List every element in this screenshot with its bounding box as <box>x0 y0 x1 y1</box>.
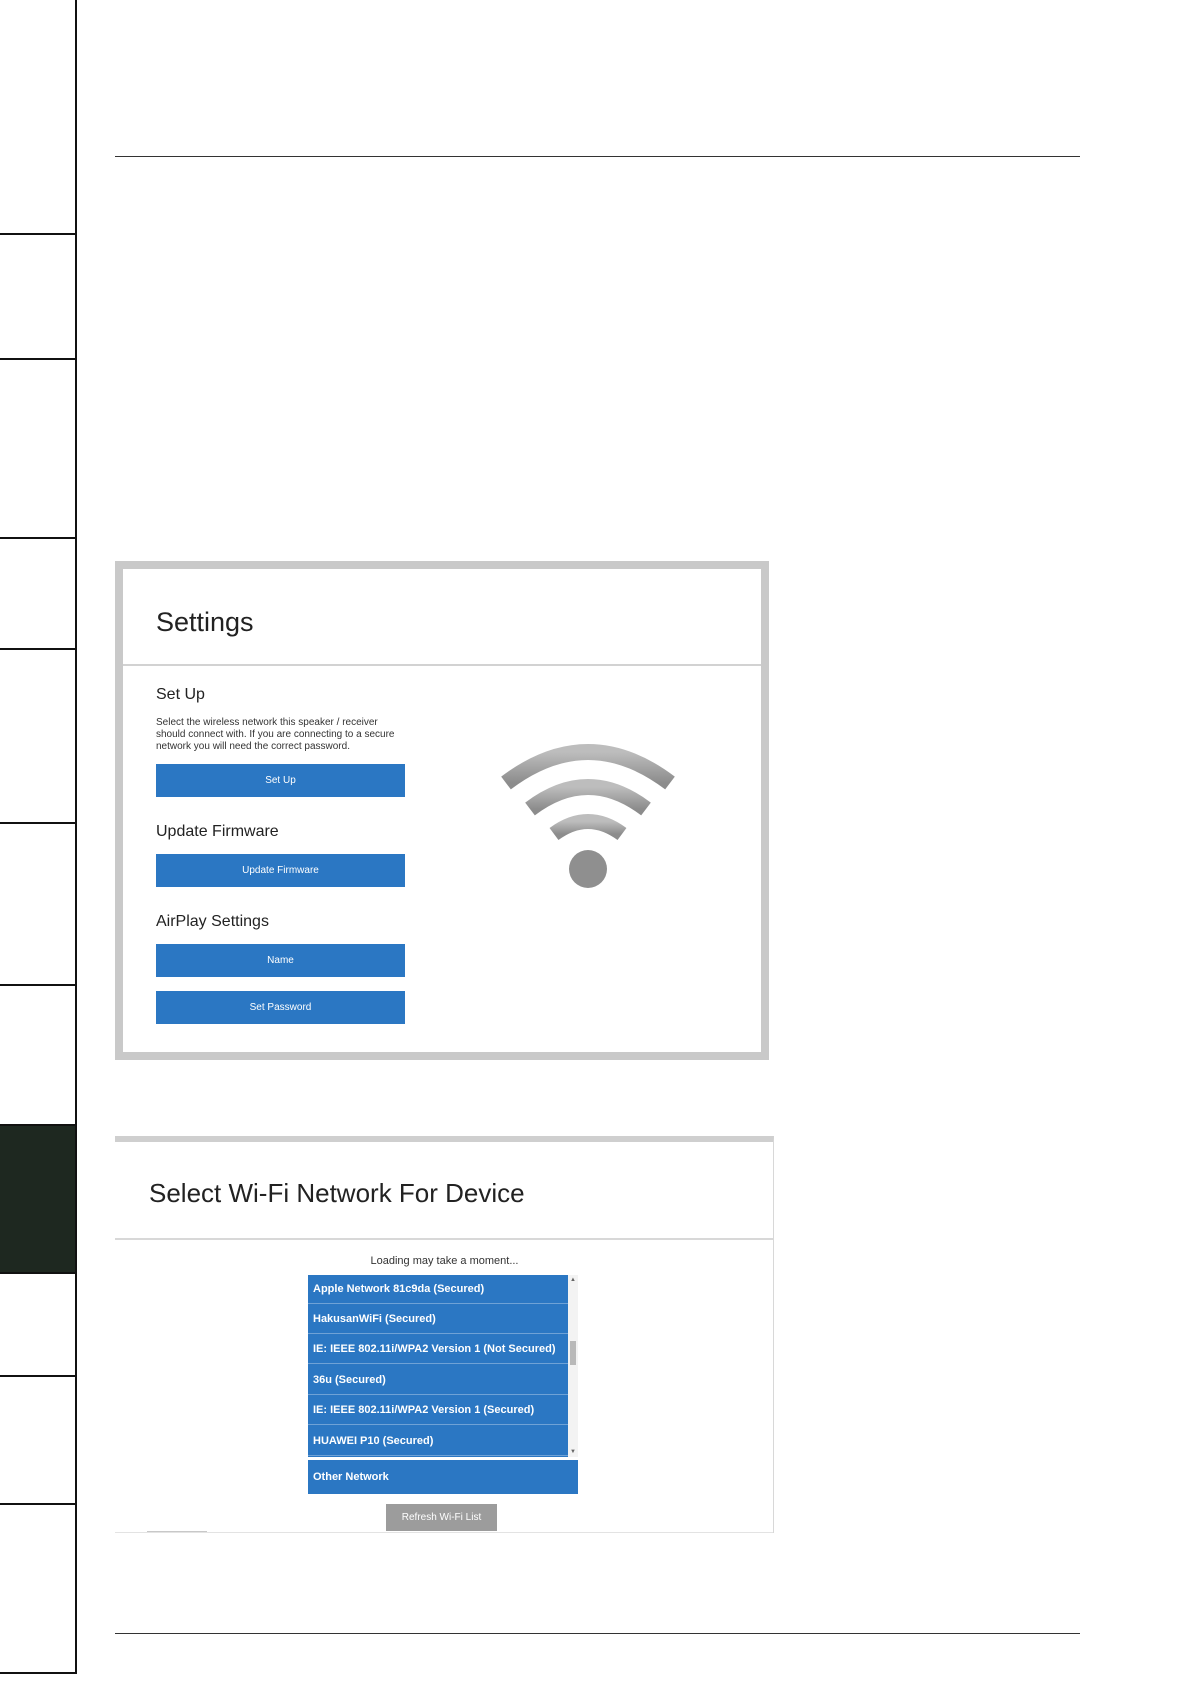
refresh-wifi-list-button[interactable]: Refresh Wi-Fi List <box>386 1504 497 1531</box>
section-tab <box>0 1505 75 1674</box>
section-tab <box>0 360 75 539</box>
scroll-up-icon[interactable]: ▲ <box>568 1276 578 1284</box>
airplay-heading: AirPlay Settings <box>156 913 269 930</box>
wifi-select-screenshot: Select Wi-Fi Network For Device Loading … <box>115 1136 774 1533</box>
wifi-panel-title: Select Wi-Fi Network For Device <box>149 1178 525 1208</box>
section-tab <box>0 0 75 235</box>
network-list[interactable]: Apple Network 81c9da (Secured) HakusanWi… <box>308 1275 568 1457</box>
section-tab <box>0 539 75 650</box>
section-tab-active <box>0 1126 75 1274</box>
bottom-border <box>115 1532 773 1533</box>
network-item[interactable]: 36u (Secured) <box>308 1366 568 1395</box>
setup-button[interactable]: Set Up <box>156 764 405 797</box>
network-item[interactable]: Apple Network 81c9da (Secured) <box>308 1275 568 1304</box>
network-list-scrollbar[interactable]: ▲ ▼ <box>568 1275 578 1457</box>
section-tab-strip <box>0 0 77 1674</box>
section-tab <box>0 1377 75 1505</box>
header-rule <box>115 156 1080 157</box>
footer-rule <box>115 1633 1080 1634</box>
scroll-thumb[interactable] <box>570 1341 576 1365</box>
airplay-name-button[interactable]: Name <box>156 944 405 977</box>
wifi-icon <box>501 744 675 888</box>
network-item[interactable]: IE: IEEE 802.11i/WPA2 Version 1 (Not Sec… <box>308 1335 568 1364</box>
section-tab <box>0 650 75 824</box>
network-item[interactable]: IE: IEEE 802.11i/WPA2 Version 1 (Secured… <box>308 1396 568 1425</box>
network-item[interactable]: HakusanWiFi (Secured) <box>308 1305 568 1334</box>
settings-screenshot: Settings Set Up Select the wireless netw… <box>115 561 769 1060</box>
settings-title: Settings <box>156 607 254 637</box>
loading-text: Loading may take a moment... <box>370 1255 519 1267</box>
settings-divider <box>123 664 761 666</box>
network-item[interactable]: HUAWEI P10 (Secured) <box>308 1427 568 1456</box>
section-tab <box>0 824 75 986</box>
section-tab <box>0 1274 75 1377</box>
update-firmware-button[interactable]: Update Firmware <box>156 854 405 887</box>
wifi-divider <box>115 1238 773 1240</box>
setup-description: Select the wireless network this speaker… <box>156 717 395 752</box>
set-password-button[interactable]: Set Password <box>156 991 405 1024</box>
firmware-heading: Update Firmware <box>156 823 279 840</box>
setup-heading: Set Up <box>156 686 205 703</box>
section-tab <box>0 986 75 1126</box>
section-tab <box>0 235 75 360</box>
scroll-down-icon[interactable]: ▼ <box>568 1448 578 1456</box>
other-network-item[interactable]: Other Network <box>308 1460 578 1494</box>
